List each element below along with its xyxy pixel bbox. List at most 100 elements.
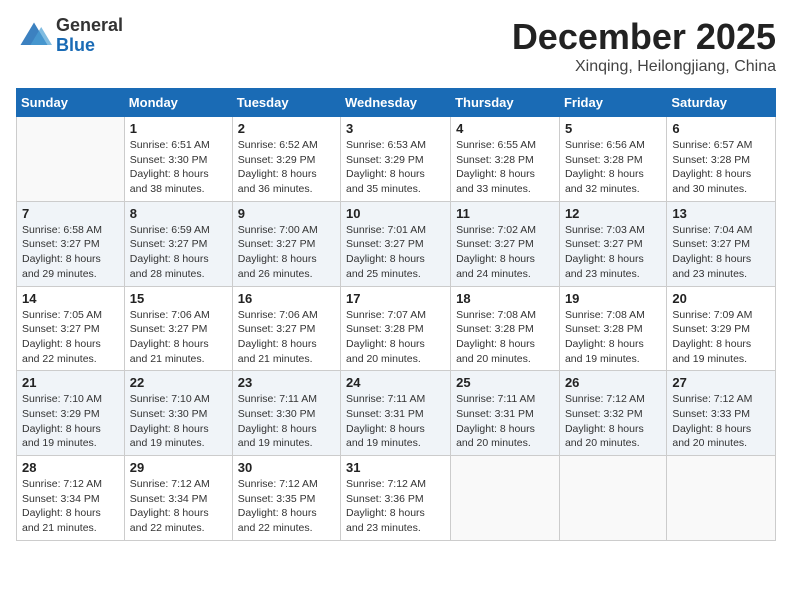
sunset: Sunset: 3:27 PM: [565, 238, 643, 250]
day-info: Sunrise: 6:53 AM Sunset: 3:29 PM Dayligh…: [346, 138, 445, 197]
daylight-hours: Daylight: 8 hours and 20 minutes.: [565, 423, 644, 450]
day-info: Sunrise: 7:01 AM Sunset: 3:27 PM Dayligh…: [346, 223, 445, 282]
day-number: 15: [130, 291, 227, 306]
day-number: 25: [456, 375, 554, 390]
daylight-hours: Daylight: 8 hours and 36 minutes.: [238, 168, 317, 195]
day-info: Sunrise: 6:51 AM Sunset: 3:30 PM Dayligh…: [130, 138, 227, 197]
calendar-cell: 22 Sunrise: 7:10 AM Sunset: 3:30 PM Dayl…: [124, 371, 232, 456]
calendar-cell: 16 Sunrise: 7:06 AM Sunset: 3:27 PM Dayl…: [232, 286, 340, 371]
sunrise: Sunrise: 7:06 AM: [130, 309, 210, 321]
sunrise: Sunrise: 7:05 AM: [22, 309, 102, 321]
daylight-hours: Daylight: 8 hours and 25 minutes.: [346, 253, 425, 280]
daylight-hours: Daylight: 8 hours and 29 minutes.: [22, 253, 101, 280]
sunrise: Sunrise: 6:51 AM: [130, 139, 210, 151]
daylight-hours: Daylight: 8 hours and 21 minutes.: [22, 507, 101, 534]
sunrise: Sunrise: 6:55 AM: [456, 139, 536, 151]
day-info: Sunrise: 6:57 AM Sunset: 3:28 PM Dayligh…: [672, 138, 770, 197]
sunset: Sunset: 3:28 PM: [565, 154, 643, 166]
calendar-cell: 21 Sunrise: 7:10 AM Sunset: 3:29 PM Dayl…: [17, 371, 125, 456]
daylight-hours: Daylight: 8 hours and 19 minutes.: [130, 423, 209, 450]
daylight-hours: Daylight: 8 hours and 38 minutes.: [130, 168, 209, 195]
sunrise: Sunrise: 7:08 AM: [456, 309, 536, 321]
day-number: 16: [238, 291, 335, 306]
calendar-cell: 19 Sunrise: 7:08 AM Sunset: 3:28 PM Dayl…: [559, 286, 666, 371]
day-number: 19: [565, 291, 661, 306]
day-number: 29: [130, 460, 227, 475]
sunrise: Sunrise: 7:01 AM: [346, 224, 426, 236]
sunset: Sunset: 3:31 PM: [456, 408, 534, 420]
logo-general: General: [56, 16, 123, 36]
day-info: Sunrise: 7:11 AM Sunset: 3:31 PM Dayligh…: [346, 392, 445, 451]
sunset: Sunset: 3:27 PM: [346, 238, 424, 250]
logo-icon: [16, 18, 52, 54]
day-number: 11: [456, 206, 554, 221]
calendar-cell: 3 Sunrise: 6:53 AM Sunset: 3:29 PM Dayli…: [341, 117, 451, 202]
logo-blue: Blue: [56, 36, 123, 56]
sunset: Sunset: 3:27 PM: [22, 323, 100, 335]
sunrise: Sunrise: 7:06 AM: [238, 309, 318, 321]
calendar-cell: 24 Sunrise: 7:11 AM Sunset: 3:31 PM Dayl…: [341, 371, 451, 456]
day-info: Sunrise: 7:09 AM Sunset: 3:29 PM Dayligh…: [672, 308, 770, 367]
daylight-hours: Daylight: 8 hours and 19 minutes.: [238, 423, 317, 450]
month-title: December 2025: [512, 16, 776, 58]
calendar-day-header: Sunday: [17, 89, 125, 117]
calendar-cell: [667, 456, 776, 541]
day-info: Sunrise: 7:11 AM Sunset: 3:31 PM Dayligh…: [456, 392, 554, 451]
calendar-cell: 26 Sunrise: 7:12 AM Sunset: 3:32 PM Dayl…: [559, 371, 666, 456]
day-number: 30: [238, 460, 335, 475]
day-info: Sunrise: 6:58 AM Sunset: 3:27 PM Dayligh…: [22, 223, 119, 282]
day-info: Sunrise: 7:12 AM Sunset: 3:33 PM Dayligh…: [672, 392, 770, 451]
sunset: Sunset: 3:27 PM: [238, 238, 316, 250]
day-number: 10: [346, 206, 445, 221]
calendar-cell: 11 Sunrise: 7:02 AM Sunset: 3:27 PM Dayl…: [451, 201, 560, 286]
sunset: Sunset: 3:33 PM: [672, 408, 750, 420]
sunset: Sunset: 3:27 PM: [130, 323, 208, 335]
sunset: Sunset: 3:27 PM: [672, 238, 750, 250]
calendar-cell: 4 Sunrise: 6:55 AM Sunset: 3:28 PM Dayli…: [451, 117, 560, 202]
sunrise: Sunrise: 7:09 AM: [672, 309, 752, 321]
day-info: Sunrise: 7:05 AM Sunset: 3:27 PM Dayligh…: [22, 308, 119, 367]
daylight-hours: Daylight: 8 hours and 32 minutes.: [565, 168, 644, 195]
day-number: 28: [22, 460, 119, 475]
calendar-cell: 30 Sunrise: 7:12 AM Sunset: 3:35 PM Dayl…: [232, 456, 340, 541]
calendar-cell: 13 Sunrise: 7:04 AM Sunset: 3:27 PM Dayl…: [667, 201, 776, 286]
calendar-day-header: Tuesday: [232, 89, 340, 117]
daylight-hours: Daylight: 8 hours and 19 minutes.: [346, 423, 425, 450]
day-number: 2: [238, 121, 335, 136]
sunset: Sunset: 3:30 PM: [130, 154, 208, 166]
title-area: December 2025 Xinqing, Heilongjiang, Chi…: [512, 16, 776, 76]
day-info: Sunrise: 7:04 AM Sunset: 3:27 PM Dayligh…: [672, 223, 770, 282]
day-number: 5: [565, 121, 661, 136]
daylight-hours: Daylight: 8 hours and 33 minutes.: [456, 168, 535, 195]
calendar-week-row: 14 Sunrise: 7:05 AM Sunset: 3:27 PM Dayl…: [17, 286, 776, 371]
day-number: 8: [130, 206, 227, 221]
sunset: Sunset: 3:27 PM: [238, 323, 316, 335]
sunrise: Sunrise: 6:58 AM: [22, 224, 102, 236]
calendar-cell: 6 Sunrise: 6:57 AM Sunset: 3:28 PM Dayli…: [667, 117, 776, 202]
day-info: Sunrise: 7:06 AM Sunset: 3:27 PM Dayligh…: [130, 308, 227, 367]
daylight-hours: Daylight: 8 hours and 19 minutes.: [22, 423, 101, 450]
sunset: Sunset: 3:29 PM: [22, 408, 100, 420]
day-number: 27: [672, 375, 770, 390]
day-info: Sunrise: 7:06 AM Sunset: 3:27 PM Dayligh…: [238, 308, 335, 367]
day-number: 20: [672, 291, 770, 306]
day-info: Sunrise: 6:55 AM Sunset: 3:28 PM Dayligh…: [456, 138, 554, 197]
location: Xinqing, Heilongjiang, China: [512, 58, 776, 76]
calendar-cell: [559, 456, 666, 541]
day-info: Sunrise: 7:11 AM Sunset: 3:30 PM Dayligh…: [238, 392, 335, 451]
day-number: 21: [22, 375, 119, 390]
logo-text: General Blue: [56, 16, 123, 56]
day-number: 14: [22, 291, 119, 306]
sunset: Sunset: 3:28 PM: [346, 323, 424, 335]
sunrise: Sunrise: 6:56 AM: [565, 139, 645, 151]
calendar-cell: 28 Sunrise: 7:12 AM Sunset: 3:34 PM Dayl…: [17, 456, 125, 541]
calendar-cell: 17 Sunrise: 7:07 AM Sunset: 3:28 PM Dayl…: [341, 286, 451, 371]
daylight-hours: Daylight: 8 hours and 23 minutes.: [346, 507, 425, 534]
sunrise: Sunrise: 6:52 AM: [238, 139, 318, 151]
calendar-day-header: Thursday: [451, 89, 560, 117]
calendar-cell: 8 Sunrise: 6:59 AM Sunset: 3:27 PM Dayli…: [124, 201, 232, 286]
day-info: Sunrise: 7:10 AM Sunset: 3:29 PM Dayligh…: [22, 392, 119, 451]
sunset: Sunset: 3:30 PM: [238, 408, 316, 420]
sunrise: Sunrise: 7:02 AM: [456, 224, 536, 236]
calendar-day-header: Saturday: [667, 89, 776, 117]
